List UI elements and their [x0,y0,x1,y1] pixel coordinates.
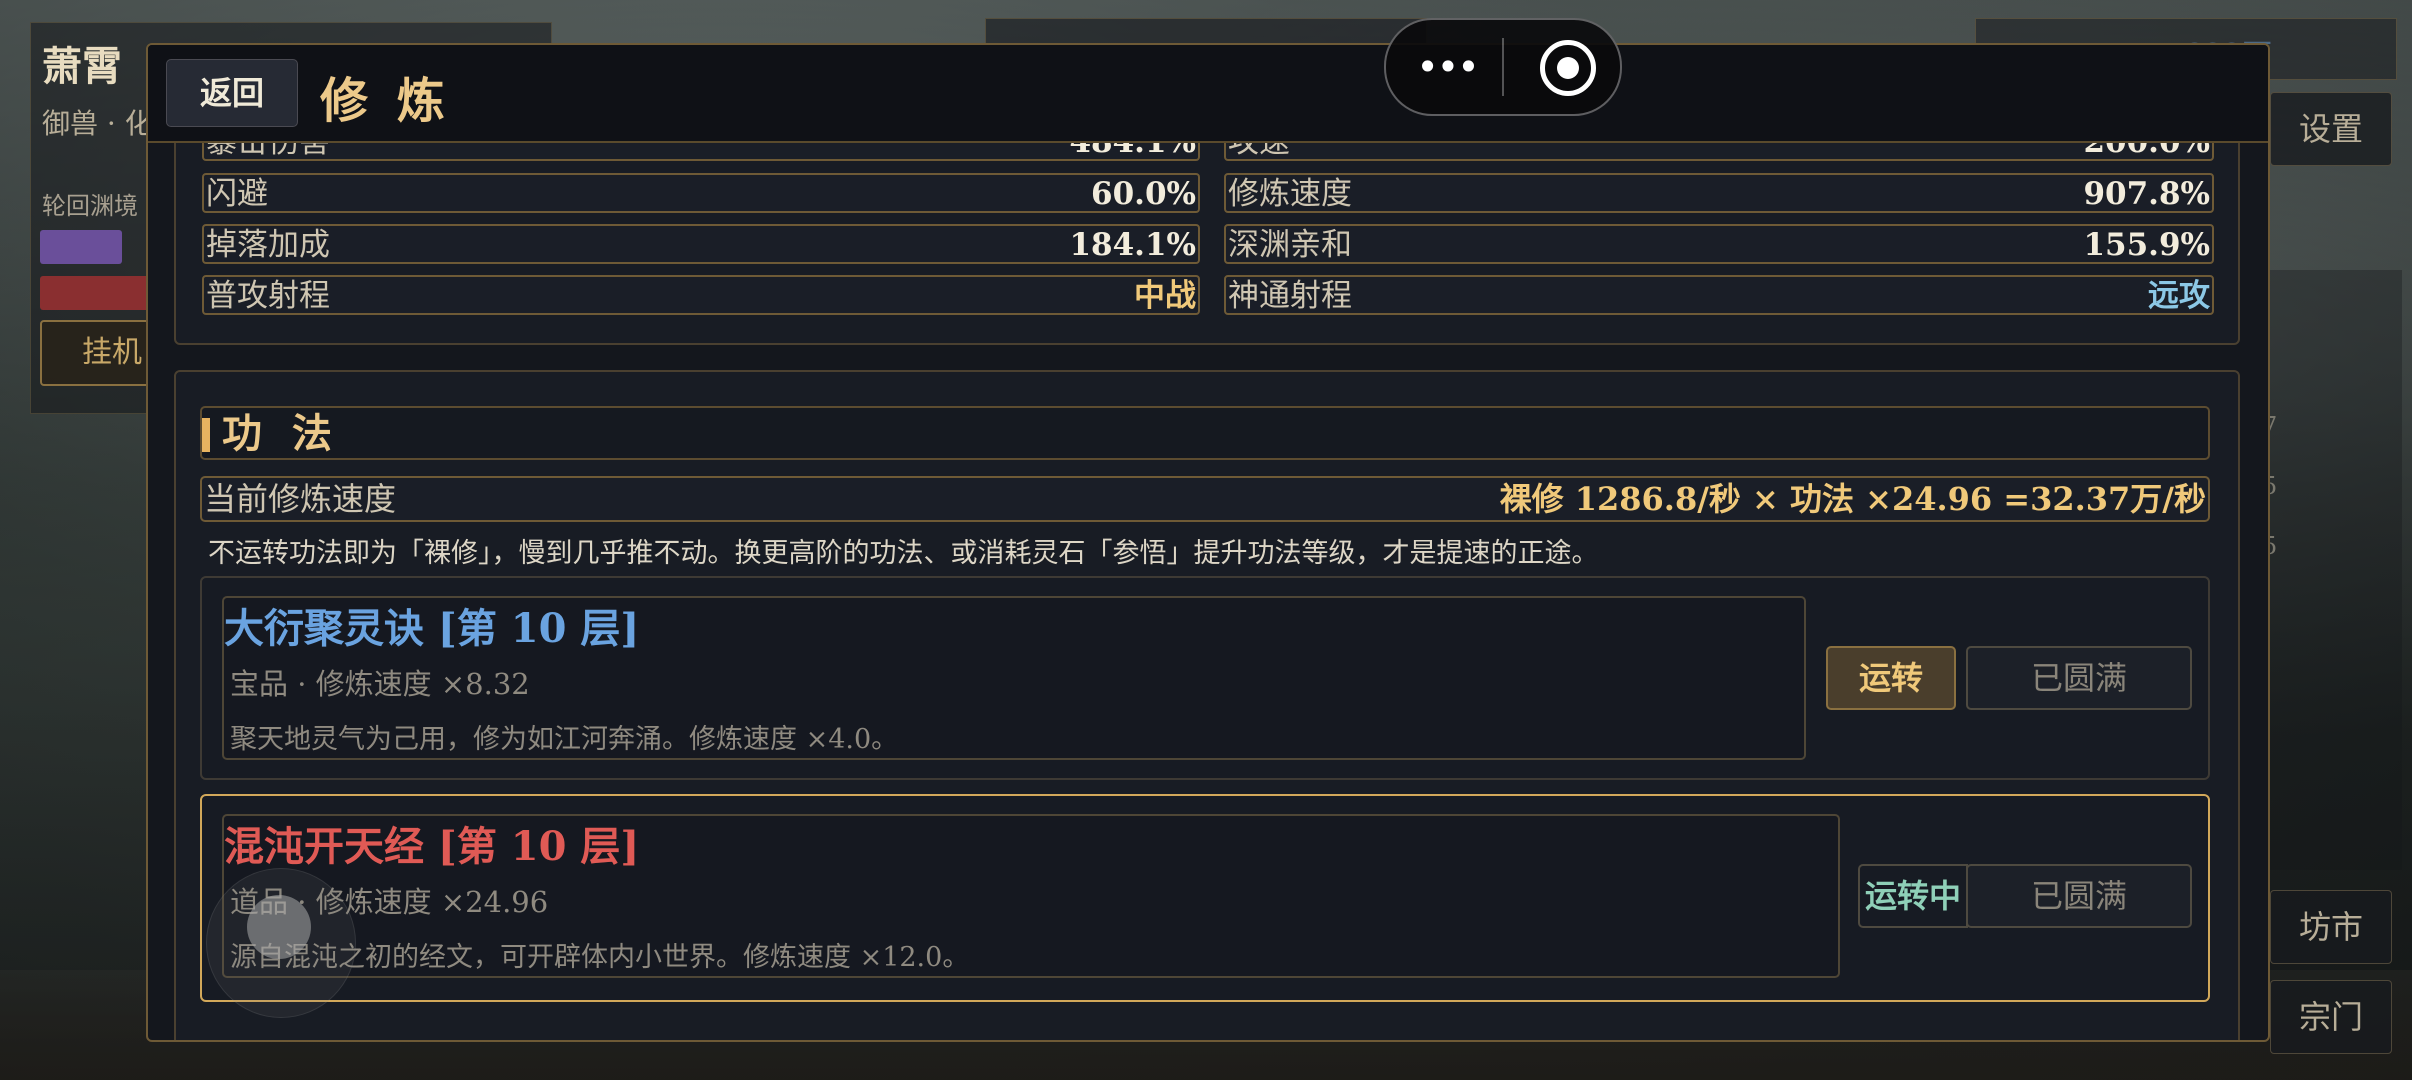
speed-label: 当前修炼速度 [204,480,397,518]
stat-label: 掉落加成 [206,227,330,263]
technique-item: 大衍聚灵诀 [第 10 层] 宝品 · 修炼速度 ×8.32 聚天地灵气为己用，… [200,576,2210,780]
technique-item-active: 混沌开天经 [第 10 层] 道品 · 修炼速度 ×24.96 源自混沌之初的经… [200,794,2210,1002]
section-accent-bar [202,418,210,452]
activate-button[interactable]: 运转 [1826,646,1956,710]
market-button[interactable]: 坊市 [2270,890,2392,964]
page-title: 修 炼 [320,73,451,129]
player-name: 萧霄 [42,43,122,90]
side-panel [2262,270,2402,870]
speed-value: 裸修 1286.8/秒 × 功法 ×24.96 =32.37万/秒 [1499,480,2206,518]
running-status-button[interactable]: 运转中 [1858,864,1968,928]
stat-value: 184.1% [1069,227,1196,263]
virtual-joystick[interactable] [206,868,356,1018]
more-icon[interactable]: ••• [1412,42,1482,92]
technique-name: 混沌开天经 [第 10 层] [224,823,640,870]
stat-label: 神通射程 [1228,278,1352,314]
speed-row: 当前修炼速度 裸修 1286.8/秒 × 功法 ×24.96 =32.37万/秒 [200,476,2210,522]
stat-value: 中战 [1134,278,1196,314]
settings-button[interactable]: 设置 [2270,92,2392,166]
maxed-button[interactable]: 已圆满 [1966,864,2192,928]
stat-label: 修炼速度 [1228,176,1352,212]
player-subtitle: 御兽 · 化 [42,107,153,140]
stat-value: 155.9% [2083,227,2210,263]
technique-card: 功 法 当前修炼速度 裸修 1286.8/秒 × 功法 ×24.96 =32.3… [174,370,2240,1040]
hint-text: 不运转功法即为「裸修」，慢到几乎推不动。换更高阶的功法、或消耗灵石「参悟」提升功… [208,538,1599,569]
stat-row: 掉落加成 184.1% [202,224,1200,264]
modal-header: 返回 修 炼 [148,45,2268,143]
joystick-knob[interactable] [247,895,311,959]
technique-description: 聚天地灵气为己用，修为如江河奔涌。修炼速度 ×4.0。 [230,724,899,755]
health-bar [40,276,150,310]
realm-label: 轮回渊境 [42,192,138,220]
stat-value: 60.0% [1091,176,1196,212]
technique-name: 大衍聚灵诀 [第 10 层] [224,605,640,652]
back-button[interactable]: 返回 [166,59,298,127]
stat-row: 神通射程 远攻 [1224,275,2214,315]
stat-value: 907.8% [2083,176,2210,212]
capsule-divider [1502,38,1504,96]
technique-info: 大衍聚灵诀 [第 10 层] 宝品 · 修炼速度 ×8.32 聚天地灵气为己用，… [222,596,1806,760]
section-title: 功 法 [222,410,340,457]
close-target-icon[interactable] [1540,40,1596,96]
idle-button[interactable]: 挂机 [40,320,154,386]
sect-button[interactable]: 宗门 [2270,980,2392,1054]
stat-row: 修炼速度 907.8% [1224,173,2214,213]
miniprogram-capsule: ••• [1384,18,1622,116]
section-header: 功 法 [200,406,2210,460]
stat-row: 普攻射程 中战 [202,275,1200,315]
cultivation-modal: 返回 修 炼 暴击伤害 484.1% 攻速 200.0% 闪避 60.0% 修炼… [146,43,2270,1042]
stat-label: 普攻射程 [206,278,330,314]
stat-label: 深渊亲和 [1228,227,1352,263]
modal-content[interactable]: 暴击伤害 484.1% 攻速 200.0% 闪避 60.0% 修炼速度 907.… [148,101,2268,1040]
mana-bar [40,230,122,264]
technique-grade: 宝品 · 修炼速度 ×8.32 [230,667,530,701]
stat-row: 深渊亲和 155.9% [1224,224,2214,264]
stat-label: 闪避 [206,176,268,212]
stat-row: 闪避 60.0% [202,173,1200,213]
technique-info: 混沌开天经 [第 10 层] 道品 · 修炼速度 ×24.96 源自混沌之初的经… [222,814,1840,978]
maxed-button[interactable]: 已圆满 [1966,646,2192,710]
stat-value: 远攻 [2148,278,2210,314]
